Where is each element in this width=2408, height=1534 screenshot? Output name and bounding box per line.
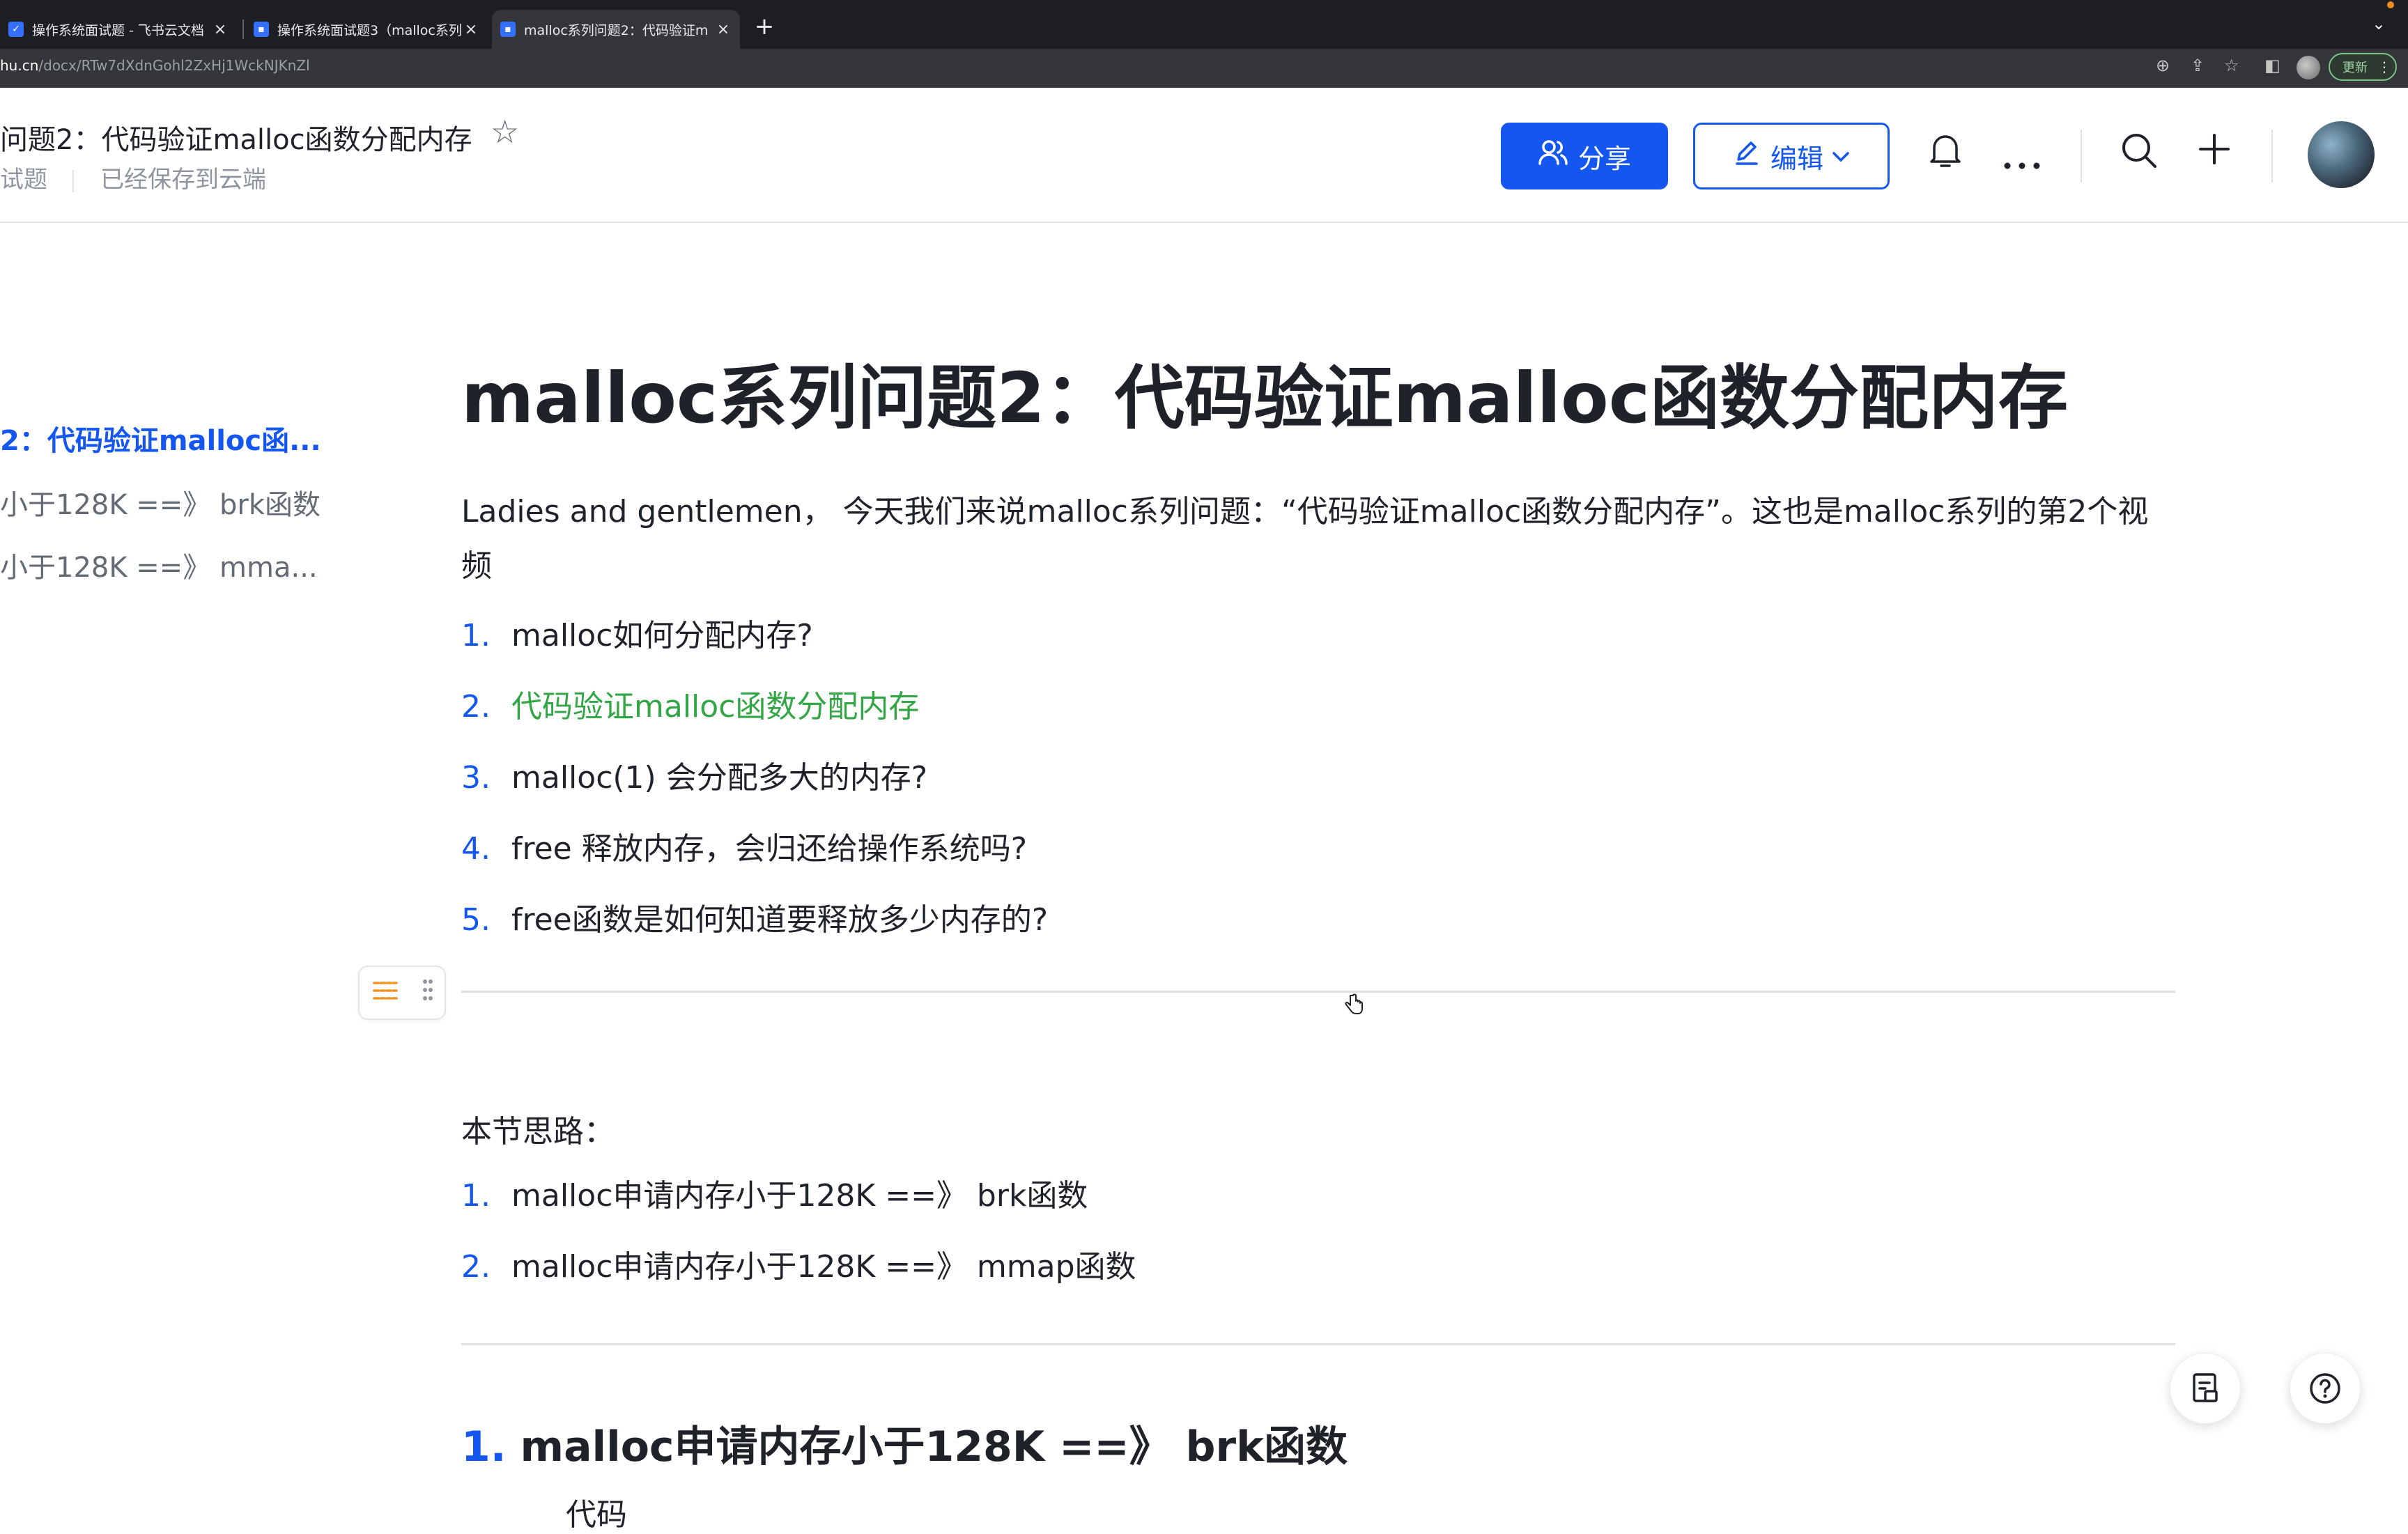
drag-handle-icon[interactable] xyxy=(422,978,433,1008)
people-icon xyxy=(1538,139,1568,173)
new-tab-button[interactable]: + xyxy=(754,13,775,40)
url-path: /docx/RTw7dXdnGohl2ZxHj1WckNJKnZl xyxy=(38,57,310,74)
header-doc-title[interactable]: 问题2：代码验证malloc函数分配内存 xyxy=(0,117,472,157)
browser-tab[interactable]: ✓ 操作系统面试题 - 飞书云文档 × xyxy=(0,10,237,49)
feishu-docs-favicon-icon: ✓ xyxy=(8,22,24,37)
close-tab-icon[interactable]: × xyxy=(461,21,481,38)
pencil-icon xyxy=(1733,139,1761,173)
help-circle-icon[interactable] xyxy=(2290,1353,2361,1424)
update-indicator-dot xyxy=(2387,1,2394,8)
tab-title: malloc系列问题2：代码验证m xyxy=(524,22,709,38)
outline-item[interactable]: 小于128K ==》 brk函数 xyxy=(0,482,321,522)
list-item[interactable]: 2. malloc申请内存小于128K ==》 mmap函数 xyxy=(461,1241,1136,1286)
browser-menu-icon[interactable]: ⋮ xyxy=(2377,59,2391,75)
url-host: hu.cn xyxy=(0,57,39,74)
breadcrumb-parent[interactable]: 试题 xyxy=(0,166,47,194)
list-item[interactable]: 1. malloc如何分配内存? xyxy=(461,610,813,655)
outline-item[interactable]: 小于128K ==》 mma... xyxy=(0,545,318,585)
header-divider xyxy=(2271,130,2273,183)
url-text[interactable]: hu.cn/docx/RTw7dXdnGohl2ZxHj1WckNJKnZl xyxy=(0,57,310,74)
document-title[interactable]: malloc系列问题2：代码验证malloc函数分配内存 xyxy=(461,341,2068,442)
bookmark-star-icon[interactable]: ☆ xyxy=(2224,56,2239,75)
divider-line xyxy=(461,1343,2175,1345)
doc-header: 问题2：代码验证malloc函数分配内存 ☆ 试题 已经保存到云端 分享 编辑 xyxy=(0,88,2408,223)
list-number: 1. xyxy=(461,618,491,653)
breadcrumb-divider xyxy=(72,169,74,192)
document-outline-icon[interactable] xyxy=(2170,1353,2241,1424)
header-divider xyxy=(2081,130,2082,183)
list-item[interactable]: 3. malloc(1) 会分配多大的内存? xyxy=(461,752,927,797)
browser-tab-active[interactable]: ▪ malloc系列问题2：代码验证m × xyxy=(492,10,740,49)
edit-mode-button[interactable]: 编辑 xyxy=(1693,123,1890,189)
list-item[interactable]: 1. malloc申请内存小于128K ==》 brk函数 xyxy=(461,1170,1088,1215)
search-icon[interactable] xyxy=(2120,131,2159,176)
tab-title: 操作系统面试题3（malloc系列 xyxy=(277,22,461,38)
tab-separator xyxy=(242,20,244,39)
edit-label: 编辑 xyxy=(1770,143,1823,174)
list-number: 4. xyxy=(461,831,491,867)
browser-tab-strip: ✓ 操作系统面试题 - 飞书云文档 × ▪ 操作系统面试题3（malloc系列 … xyxy=(0,0,2408,49)
list-number: 2. xyxy=(461,1249,491,1285)
share-label: 分享 xyxy=(1577,143,1631,174)
browser-profile-avatar[interactable] xyxy=(2297,56,2320,79)
tab-title: 操作系统面试题 - 飞书云文档 xyxy=(32,22,204,38)
share-page-icon[interactable]: ⇪ xyxy=(2191,56,2205,75)
browser-tab[interactable]: ▪ 操作系统面试题3（malloc系列 × xyxy=(245,10,488,49)
list-text: malloc(1) 会分配多大的内存? xyxy=(511,760,928,796)
list-item-current[interactable]: 2. 代码验证malloc函数分配内存 xyxy=(461,681,919,726)
list-text: malloc申请内存小于128K ==》 brk函数 xyxy=(511,1178,1088,1214)
section-intro[interactable]: 本节思路： xyxy=(461,1105,615,1159)
zoom-icon[interactable]: ⊕ xyxy=(2156,56,2170,75)
address-bar[interactable]: hu.cn/docx/RTw7dXdnGohl2ZxHj1WckNJKnZl ⊕… xyxy=(0,49,2408,88)
close-tab-icon[interactable]: × xyxy=(210,21,230,38)
list-number: 1. xyxy=(461,1178,491,1214)
list-text: free函数是如何知道要释放多少内存的? xyxy=(511,902,1049,938)
list-number: 3. xyxy=(461,760,491,796)
heading-number: 1. xyxy=(461,1423,507,1471)
list-text: free 释放内存，会归还给操作系统吗? xyxy=(511,831,1028,867)
star-outline-icon[interactable]: ☆ xyxy=(491,113,519,150)
block-handle[interactable] xyxy=(358,966,446,1020)
list-text: malloc申请内存小于128K ==》 mmap函数 xyxy=(511,1249,1136,1285)
plus-icon[interactable] xyxy=(2196,131,2232,173)
ellipsis-icon[interactable] xyxy=(2002,141,2042,177)
breadcrumb: 试题 已经保存到云端 xyxy=(0,160,266,194)
cut-off-text: 代码 xyxy=(566,1497,627,1533)
divider-line xyxy=(461,991,2175,993)
list-text: malloc如何分配内存? xyxy=(511,618,813,653)
list-number: 5. xyxy=(461,902,491,938)
list-number: 2. xyxy=(461,689,491,725)
chevron-down-icon xyxy=(1832,144,1850,169)
user-avatar[interactable] xyxy=(2308,121,2375,188)
section-heading[interactable]: 1. malloc申请内存小于128K ==》 brk函数 xyxy=(461,1413,1348,1473)
close-tab-icon[interactable]: × xyxy=(713,21,733,38)
heading-text: malloc申请内存小于128K ==》 brk函数 xyxy=(520,1423,1348,1471)
bell-icon[interactable] xyxy=(1927,131,1963,176)
list-text: 代码验证malloc函数分配内存 xyxy=(511,689,920,725)
doc-favicon-icon: ▪ xyxy=(254,22,269,37)
share-button[interactable]: 分享 xyxy=(1501,123,1668,189)
list-lines-icon[interactable] xyxy=(371,977,399,1008)
save-status: 已经保存到云端 xyxy=(100,166,266,194)
list-item[interactable]: 5. free函数是如何知道要释放多少内存的? xyxy=(461,894,1048,939)
outline-item[interactable]: 2：代码验证malloc函... xyxy=(0,418,321,458)
hand-cursor-icon xyxy=(1343,993,1363,1022)
update-label: 更新 xyxy=(2343,61,2368,75)
list-item[interactable]: 4. free 释放内存，会归还给操作系统吗? xyxy=(461,823,1027,868)
intro-paragraph[interactable]: Ladies and gentlemen， 今天我们来说malloc系列问题：“… xyxy=(461,485,2175,594)
browser-update-button[interactable]: 更新 ⋮ xyxy=(2329,53,2397,81)
tab-search-chevron-icon[interactable]: ⌄ xyxy=(2372,14,2386,33)
doc-favicon-icon: ▪ xyxy=(500,22,516,37)
side-panel-icon[interactable]: ◧ xyxy=(2264,56,2280,75)
